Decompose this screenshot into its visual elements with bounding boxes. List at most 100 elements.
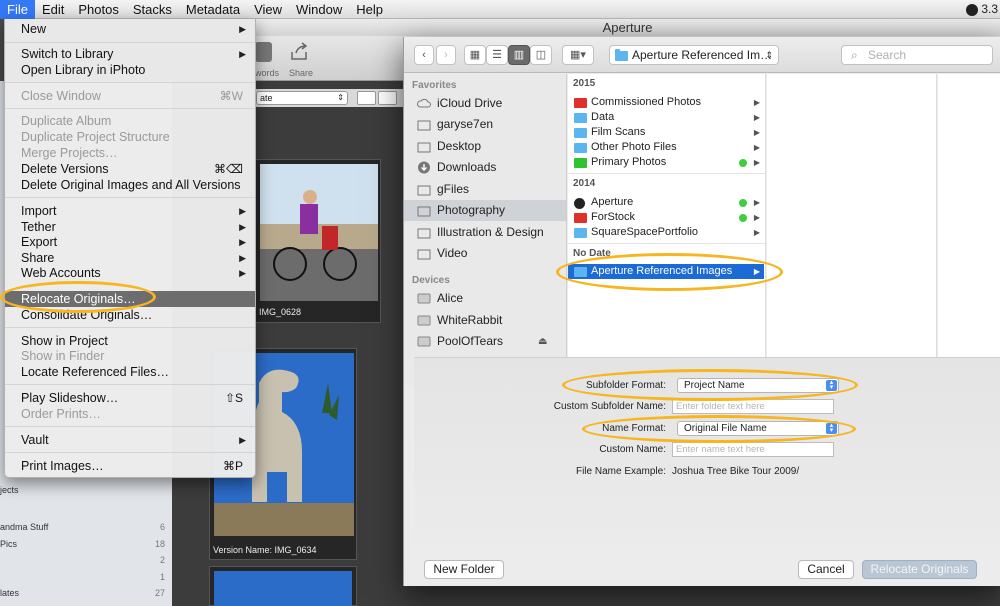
folder-item-film-scans[interactable]: Film Scans ▶	[568, 125, 764, 140]
group-header: No Date	[573, 248, 611, 259]
relocate-originals-button[interactable]: Relocate Originals	[862, 560, 977, 579]
menu-item-consolidate-originals[interactable]: Consolidate Originals…	[5, 307, 255, 323]
folder-icon	[574, 128, 587, 138]
menu-item-switch-library[interactable]: Switch to Library ▶	[5, 46, 255, 62]
menu-item-tether[interactable]: Tether ▶	[5, 219, 255, 235]
sidebar-item-illustration[interactable]: Illustration & Design	[404, 222, 566, 243]
sidebar-item-downloads[interactable]: Downloads	[404, 157, 566, 178]
coverflow-view-icon[interactable]: ◫	[530, 45, 552, 65]
sidebar-item-whiterabbit[interactable]: WhiteRabbit	[404, 310, 566, 331]
menu-item-new[interactable]: New ▶	[5, 21, 255, 37]
share-icon[interactable]	[288, 42, 312, 62]
menu-item-order-prints: Order Prints…	[21, 407, 101, 421]
subfolder-format-select[interactable]: Project Name ▴ ▾	[677, 378, 839, 393]
sidebar-item-gfiles[interactable]: gFiles	[404, 179, 566, 200]
new-folder-button[interactable]: New Folder	[424, 560, 504, 579]
chevron-right-icon: ▶	[753, 228, 760, 237]
folder-column: 2015 Commissioned Photos ▶ Data ▶ Film Sca…	[568, 74, 766, 385]
menu-item-share[interactable]: Share ▶	[5, 250, 255, 266]
custom-name-input[interactable]: Enter name text here	[672, 442, 834, 457]
menu-item-play-slideshow[interactable]: Play Slideshow… ⇧S	[5, 390, 255, 406]
sidebar-item-home[interactable]: garyse7en	[404, 114, 566, 135]
menubar-status: 3.3	[966, 0, 1000, 19]
menu-window[interactable]: Window	[289, 0, 349, 19]
path-popup[interactable]: Aperture Referenced Im… ⇕	[609, 45, 779, 65]
library-row[interactable]: Pics 18	[0, 539, 165, 549]
menu-edit[interactable]: Edit	[35, 0, 71, 19]
folder-item-aperture-referenced[interactable]: Aperture Referenced Images ▶	[568, 264, 764, 279]
menu-photos[interactable]: Photos	[71, 0, 125, 19]
folder-item-commissioned[interactable]: Commissioned Photos ▶	[568, 95, 764, 110]
library-row[interactable]: jects	[0, 485, 165, 495]
menu-item-open-iphoto[interactable]: Open Library in iPhoto	[5, 62, 255, 78]
search-input[interactable]: ⌕ Search	[841, 45, 993, 65]
menu-item-web-accounts[interactable]: Web Accounts ▶	[5, 265, 255, 281]
grid-view-icon[interactable]	[357, 91, 376, 105]
forward-button[interactable]: ›	[436, 45, 456, 65]
chevron-right-icon: ▶	[753, 267, 760, 276]
sidebar-item-photography[interactable]: Photography	[404, 200, 566, 221]
menu-separator	[5, 42, 255, 43]
cloud-icon	[417, 98, 431, 108]
menu-item-show-in-finder: Show in Finder	[21, 349, 105, 363]
menu-item-relocate-originals[interactable]: Relocate Originals…	[5, 291, 255, 307]
menu-item-show-in-project[interactable]: Show in Project	[5, 333, 255, 349]
menu-separator	[5, 197, 255, 198]
sidebar-item-desktop[interactable]: Desktop	[404, 136, 566, 157]
name-format-select[interactable]: Original File Name ▴ ▾	[677, 421, 839, 436]
eject-icon[interactable]: ⏏	[538, 331, 547, 352]
column-view-icon[interactable]: ▥	[508, 45, 530, 65]
sidebar-item-icloud[interactable]: iCloud Drive	[404, 93, 566, 114]
sidebar-item-alice[interactable]: Alice	[404, 288, 566, 309]
custom-name-label: Custom Name:	[599, 444, 666, 455]
library-row[interactable]: lates 27	[0, 588, 165, 598]
icon-view-icon[interactable]: ▦	[464, 45, 486, 65]
chevron-updown-icon: ▴ ▾	[826, 422, 837, 434]
menu-stacks[interactable]: Stacks	[126, 0, 179, 19]
menu-item-delete-originals[interactable]: Delete Original Images and All Versions	[5, 177, 255, 193]
chevron-updown-icon: ▴ ▾	[826, 379, 837, 391]
arrange-menu-icon[interactable]: ▦▾	[562, 45, 594, 65]
status-icon[interactable]	[966, 3, 979, 16]
cancel-button[interactable]: Cancel	[798, 560, 854, 579]
back-button[interactable]: ‹	[414, 45, 434, 65]
sidebar-item-pooloftears[interactable]: PoolOfTears ⏏	[404, 331, 566, 352]
folder-icon	[574, 143, 587, 153]
menu-item-locate-referenced[interactable]: Locate Referenced Files…	[5, 364, 255, 380]
sort-select[interactable]: ate ⇕	[256, 91, 348, 105]
list-view-icon[interactable]	[378, 91, 397, 105]
folder-item-squarespace[interactable]: SquareSpacePortfolio ▶	[568, 225, 764, 240]
menu-metadata[interactable]: Metadata	[179, 0, 247, 19]
submenu-arrow-icon: ▶	[239, 268, 246, 278]
menu-item-import[interactable]: Import ▶	[5, 203, 255, 219]
menu-item-export[interactable]: Export ▶	[5, 234, 255, 250]
folder-item-forstock[interactable]: ForStock ▶	[568, 210, 764, 225]
toolbar-button[interactable]	[255, 42, 272, 62]
chevron-right-icon: ▶	[753, 113, 760, 122]
folder-item-primary-photos[interactable]: Primary Photos ▶	[568, 155, 764, 170]
submenu-arrow-icon: ▶	[239, 206, 246, 216]
group-header: 2015	[573, 78, 596, 89]
list-view-icon[interactable]: ☰	[486, 45, 508, 65]
folder-item-data[interactable]: Data ▶	[568, 110, 764, 125]
chevron-right-icon: ▶	[753, 158, 760, 167]
thumbnail[interactable]	[209, 566, 357, 606]
dialog-sidebar: Favorites iCloud Drive garyse7en Desktop…	[404, 74, 567, 385]
menu-item-delete-versions[interactable]: Delete Versions ⌘⌫	[5, 161, 255, 177]
favorites-header: Favorites	[412, 80, 457, 91]
folder-icon	[417, 120, 431, 131]
folder-icon	[574, 228, 587, 238]
menu-item-vault[interactable]: Vault ▶	[5, 432, 255, 448]
menu-help[interactable]: Help	[349, 0, 390, 19]
sidebar-item-video[interactable]: Video	[404, 243, 566, 264]
folder-item-other-photo-files[interactable]: Other Photo Files ▶	[568, 140, 764, 155]
thumbnail[interactable]: IMG_0628	[255, 159, 381, 323]
folder-item-aperture[interactable]: Aperture ▶	[568, 195, 764, 210]
menu-item-print-images[interactable]: Print Images… ⌘P	[5, 458, 255, 474]
menu-file[interactable]: File	[0, 0, 35, 19]
custom-subfolder-input[interactable]: Enter folder text here	[672, 399, 834, 414]
chevron-right-icon: ▶	[753, 143, 760, 152]
library-row[interactable]: andma Stuff 6	[0, 522, 165, 532]
menu-view[interactable]: View	[247, 0, 289, 19]
menu-bar: File Edit Photos Stacks Metadata View Wi…	[0, 0, 1000, 19]
